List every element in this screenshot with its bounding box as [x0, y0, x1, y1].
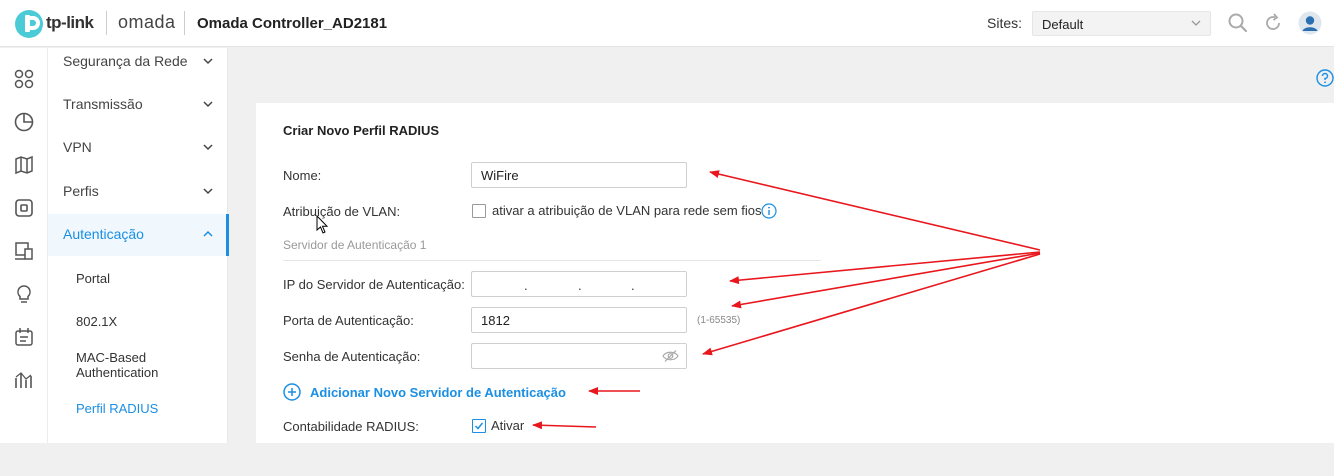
sidebar-item-network-security[interactable]: Segurança da Rede: [48, 41, 228, 83]
sidebar-item-label: Segurança da Rede: [63, 53, 188, 69]
chevron-down-icon: [203, 58, 213, 65]
port-input[interactable]: 1812: [471, 307, 687, 333]
clients-icon[interactable]: [13, 240, 35, 262]
sidebar-item-label: VPN: [63, 139, 92, 155]
sidebar-subitem-8021x[interactable]: 802.1X: [76, 314, 117, 329]
refresh-icon[interactable]: [1262, 12, 1284, 34]
sidebar-item-transmission[interactable]: Transmissão: [48, 84, 228, 126]
brand-divider: [184, 11, 185, 35]
page-title: Criar Novo Perfil RADIUS: [283, 123, 440, 138]
chevron-down-icon: [203, 188, 213, 195]
accounting-checkbox[interactable]: [472, 419, 486, 433]
top-bar: tp-link omada Omada Controller_AD2181 Si…: [0, 0, 1334, 47]
port-range-hint: (1-65535): [697, 315, 741, 326]
app-title: Omada Controller_AD2181: [197, 15, 388, 32]
log-icon[interactable]: [13, 326, 35, 348]
sites-select[interactable]: Default: [1032, 11, 1211, 36]
accounting-checkbox-text: Ativar: [491, 418, 525, 433]
name-input-value: WiFire: [481, 168, 519, 183]
sites-label: Sites:: [987, 15, 1023, 31]
sidebar-item-profiles[interactable]: Perfis: [48, 171, 228, 213]
active-indicator: [226, 214, 229, 256]
sidebar-item-label: Transmissão: [63, 96, 143, 112]
password-input[interactable]: [471, 343, 687, 369]
port-input-value: 1812: [481, 313, 510, 328]
add-circle-icon: [283, 383, 301, 401]
name-input[interactable]: WiFire: [471, 162, 687, 188]
server-section-heading: Servidor de Autenticação 1: [283, 238, 427, 252]
eye-hidden-icon[interactable]: [662, 349, 679, 363]
server-ip-label: IP do Servidor de Autenticação:: [283, 277, 465, 292]
port-label: Porta de Autenticação:: [283, 313, 414, 328]
vlan-label: Atribuição de VLAN:: [283, 204, 401, 219]
vlan-checkbox[interactable]: [472, 204, 486, 218]
icon-rail: [0, 48, 48, 443]
brand-divider: [106, 11, 107, 35]
dashboard-icon[interactable]: [13, 68, 35, 90]
checkmark-icon: [474, 422, 484, 430]
sidebar-item-label: Perfis: [63, 183, 99, 199]
devices-icon[interactable]: [13, 197, 35, 219]
search-icon[interactable]: [1227, 12, 1249, 34]
sidebar-subitem-mac-auth[interactable]: MAC-Based Authentication: [76, 350, 158, 380]
report-icon[interactable]: [13, 369, 35, 391]
sidebar-subitem-radius-profile[interactable]: Perfil RADIUS: [76, 401, 158, 416]
info-icon[interactable]: [761, 203, 777, 219]
chevron-down-icon: [203, 101, 213, 108]
brand-omada: omada: [118, 12, 176, 32]
chevron-down-icon: [1191, 20, 1201, 26]
settings-sidebar: Segurança da Rede Transmissão VPN Perfis…: [48, 48, 229, 443]
section-divider: [283, 260, 821, 261]
statistics-icon[interactable]: [13, 111, 35, 133]
sidebar-item-label: Autenticação: [63, 226, 144, 242]
help-icon[interactable]: [1316, 69, 1334, 87]
user-avatar-icon[interactable]: [1298, 11, 1322, 35]
chevron-up-icon: [203, 230, 213, 237]
sidebar-item-authentication[interactable]: Autenticação: [48, 214, 229, 256]
map-icon[interactable]: [13, 154, 35, 176]
insight-icon[interactable]: [13, 283, 35, 305]
sidebar-item-vpn[interactable]: VPN: [48, 127, 228, 169]
brand-tplink: tp-link: [46, 13, 94, 32]
ip-separator: .: [578, 278, 582, 293]
name-label: Nome:: [283, 168, 322, 183]
vlan-checkbox-text: ativar a atribuição de VLAN para rede se…: [492, 203, 762, 218]
add-server-label: Adicionar Novo Servidor de Autenticação: [310, 385, 566, 400]
accounting-label: Contabilidade RADIUS:: [283, 419, 419, 434]
password-label: Senha de Autenticação:: [283, 349, 421, 364]
sites-selected-value: Default: [1042, 17, 1084, 32]
server-ip-input[interactable]: . . .: [471, 271, 687, 297]
ip-separator: .: [524, 278, 528, 293]
sidebar-subitem-portal[interactable]: Portal: [76, 271, 110, 286]
chevron-down-icon: [203, 144, 213, 151]
tplink-logo-icon: [15, 10, 43, 38]
mouse-cursor-icon: [316, 215, 329, 234]
ip-separator: .: [631, 278, 635, 293]
